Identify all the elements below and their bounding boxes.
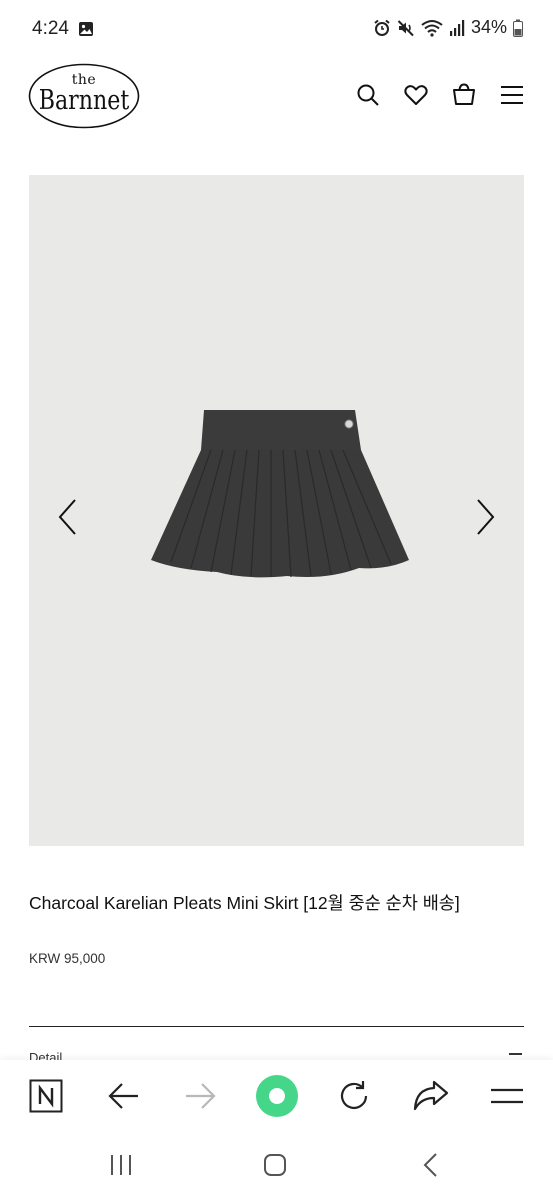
recent-apps-icon[interactable] [108,1152,134,1178]
previous-image-arrow-icon[interactable] [55,497,81,537]
pleated-skirt-image [151,410,409,578]
search-icon[interactable] [355,82,381,108]
share-icon[interactable] [413,1079,449,1113]
back-arrow-icon[interactable] [108,1081,140,1111]
alarm-icon [374,19,390,36]
heart-icon[interactable] [403,82,429,108]
product-title: Charcoal Karelian Pleats Mini Skirt [12월… [29,893,460,913]
back-icon[interactable] [420,1152,442,1178]
shopping-bag-icon[interactable] [451,82,477,108]
site-header: the Barnnet [0,60,553,135]
product-price: KRW 95,000 [29,951,106,966]
battery-icon [513,19,523,37]
status-time: 4:24 [32,18,69,39]
status-bar: 4:24 34% [0,0,553,60]
naver-icon[interactable] [29,1079,63,1113]
menu-icon[interactable] [499,82,525,108]
refresh-icon[interactable] [337,1079,371,1113]
header-icons [355,82,525,108]
android-nav-bar [0,1135,553,1200]
battery-percentage: 34% [470,17,507,37]
divider [29,1026,524,1027]
signal-icon [449,19,465,36]
detail-toggle-icon[interactable] [509,1053,522,1055]
forward-arrow-icon[interactable] [184,1081,216,1111]
next-image-arrow-icon[interactable] [472,497,498,537]
home-icon[interactable] [262,1152,288,1178]
product-image[interactable] [29,175,524,846]
gallery-icon [79,22,93,36]
browser-toolbar [0,1060,553,1135]
logo-name: Barnnet [38,85,130,116]
green-dot-icon[interactable] [255,1074,299,1118]
status-icons: 34% [373,17,523,38]
wifi-icon [421,19,443,37]
brand-logo[interactable]: the Barnnet [28,63,140,129]
mute-icon [397,19,414,36]
browser-menu-icon[interactable] [490,1084,524,1108]
